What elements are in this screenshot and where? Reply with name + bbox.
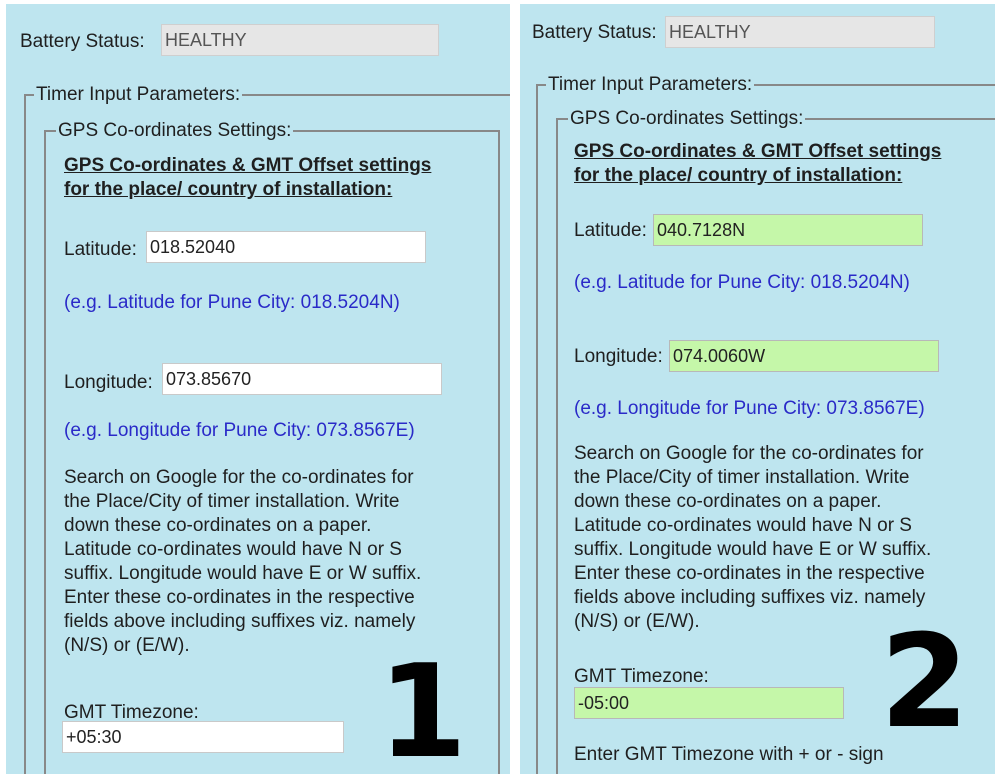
gps-settings-legend: GPS Co-ordinates Settings: <box>568 108 806 130</box>
battery-status-label: Battery Status: <box>532 22 657 43</box>
battery-status-field: HEALTHY <box>665 16 935 48</box>
gps-settings-heading: GPS Co-ordinates & GMT Offset settings f… <box>574 141 942 186</box>
gmt-timezone-input[interactable]: -05:00 <box>574 687 844 719</box>
gps-settings-heading: GPS Co-ordinates & GMT Offset settings f… <box>64 155 432 200</box>
latitude-input[interactable]: 040.7128N <box>653 214 923 246</box>
longitude-label: Longitude: <box>64 372 153 393</box>
battery-status-field: HEALTHY <box>161 24 439 56</box>
battery-status-label: Battery Status: <box>20 31 145 52</box>
longitude-label: Longitude: <box>574 346 663 367</box>
timer-input-parameters-legend: Timer Input Parameters: <box>546 74 755 96</box>
gmt-timezone-label: GMT Timezone: <box>574 666 709 687</box>
longitude-example: (e.g. Longitude for Pune City: 073.8567E… <box>574 398 925 419</box>
longitude-input[interactable]: 074.0060W <box>669 340 939 372</box>
panel-number-label: 2 <box>880 608 970 757</box>
timer-input-parameters-legend: Timer Input Parameters: <box>34 84 243 106</box>
longitude-input[interactable]: 073.85670 <box>162 363 442 395</box>
screenshot-panel-2: Battery Status: HEALTHY Timer Input Para… <box>520 4 995 774</box>
instructions-text: Search on Google for the co-ordinates fo… <box>574 443 932 632</box>
instructions-text: Search on Google for the co-ordinates fo… <box>64 467 422 656</box>
latitude-label: Latitude: <box>64 239 137 260</box>
gmt-timezone-input[interactable]: +05:30 <box>62 721 344 753</box>
latitude-label: Latitude: <box>574 220 647 241</box>
gps-settings-legend: GPS Co-ordinates Settings: <box>56 120 294 142</box>
latitude-example: (e.g. Latitude for Pune City: 018.5204N) <box>64 292 400 313</box>
latitude-example: (e.g. Latitude for Pune City: 018.5204N) <box>574 272 910 293</box>
screenshot-panel-1: Battery Status: HEALTHY Timer Input Para… <box>6 4 510 774</box>
panel-number-label: 1 <box>378 638 468 774</box>
gmt-timezone-help: Enter GMT Timezone with + or - sign <box>574 744 884 765</box>
longitude-example: (e.g. Longitude for Pune City: 073.8567E… <box>64 420 415 441</box>
latitude-input[interactable]: 018.52040 <box>146 231 426 263</box>
